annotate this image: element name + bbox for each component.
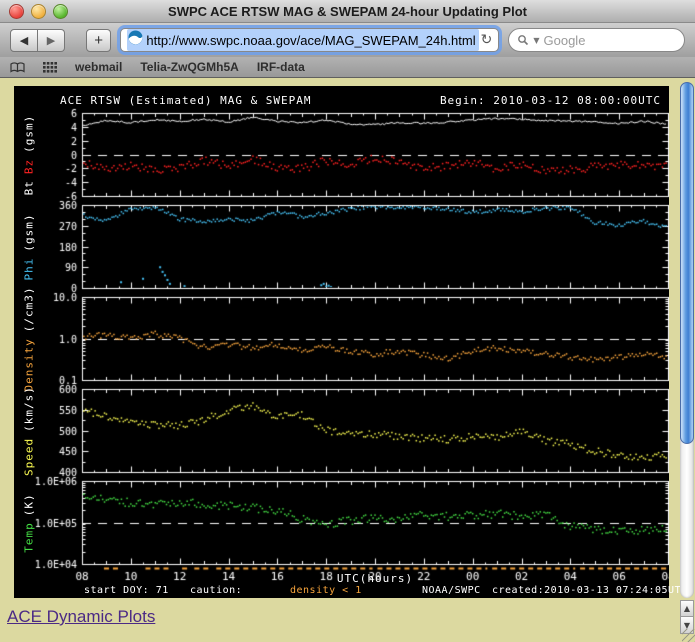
bookmark-item-irf-data[interactable]: IRF-data [257, 60, 305, 74]
ace-plot-image: ACE RTSW (Estimated) MAG & SWEPAM Begin:… [14, 86, 669, 598]
axis-title-part: Temp [23, 522, 36, 553]
back-button[interactable]: ◀ [10, 29, 38, 52]
url-selection: http://www.swpc.noaa.gov/ace/MAG_SWEPAM_… [127, 29, 478, 51]
plot-begin-time: Begin: 2010-03-12 08:00:00UTC [440, 94, 661, 107]
axis-title-part: (K) [23, 493, 36, 516]
browser-toolbar: ◀ ▶ + http://www.swpc.noaa.gov/ace/MAG_S… [0, 23, 695, 57]
caution-value: density < 1 [290, 585, 362, 596]
page-content: ACE RTSW (Estimated) MAG & SWEPAM Begin:… [0, 78, 695, 642]
scrollbar-thumb[interactable] [680, 82, 694, 444]
chevron-down-icon: ▼ [533, 36, 539, 45]
title-bar[interactable]: SWPC ACE RTSW MAG & SWEPAM 24-hour Updat… [0, 0, 695, 23]
noaa-favicon-icon [128, 30, 143, 50]
axis-title-part: Speed [23, 437, 36, 475]
reload-icon[interactable]: ↻ [481, 32, 493, 48]
forward-icon: ▶ [47, 34, 55, 47]
bookmarks-book-icon[interactable] [10, 62, 25, 73]
add-button[interactable]: + [86, 29, 111, 52]
search-placeholder: Google [544, 33, 586, 48]
created-timestamp: created:2010-03-13 07:24:05UTC [492, 585, 688, 596]
axis-title-density: Density(/cm3) [16, 297, 42, 380]
zoom-button[interactable] [53, 4, 68, 19]
back-icon: ◀ [20, 34, 28, 47]
axis-title-speed: Speed (km/s) [16, 389, 42, 472]
axis-title-part: Bt [23, 180, 36, 195]
arrow-up-icon: ▲ [684, 604, 690, 613]
forward-button[interactable]: ▶ [38, 29, 65, 52]
axis-title-part: (km/s) [23, 386, 36, 432]
url-text: http://www.swpc.noaa.gov/ace/MAG_SWEPAM_… [146, 33, 475, 48]
axis-title-temp: Temp (K) [16, 481, 42, 564]
browser-window: SWPC ACE RTSW MAG & SWEPAM 24-hour Updat… [0, 0, 695, 642]
scroll-up-button[interactable]: ▲ [680, 600, 694, 617]
search-field[interactable]: ▼ Google [508, 28, 685, 52]
ace-dynamic-plots-link[interactable]: ACE Dynamic Plots [7, 607, 155, 627]
x-axis-label: UTC(hours) [82, 572, 668, 585]
resize-grip-icon[interactable] [682, 629, 695, 642]
axis-title-part: (gsm) [23, 114, 36, 152]
axis-title-part: Bz [23, 158, 36, 173]
plot-title: ACE RTSW (Estimated) MAG & SWEPAM [60, 94, 312, 107]
plus-icon: + [94, 32, 103, 49]
axis-title-phi: Phi (gsm) [16, 205, 42, 288]
address-bar[interactable]: http://www.swpc.noaa.gov/ace/MAG_SWEPAM_… [120, 28, 499, 52]
window-title: SWPC ACE RTSW MAG & SWEPAM 24-hour Updat… [0, 4, 695, 19]
bookmark-item-webmail[interactable]: webmail [75, 60, 122, 74]
axis-title-part: (/cm3) [23, 286, 36, 332]
scrollbar-track[interactable] [680, 82, 694, 598]
search-icon [517, 34, 529, 46]
plot-canvas [14, 86, 669, 598]
minimize-button[interactable] [31, 4, 46, 19]
bookmarks-bar: webmail Telia-ZwQGMh5A IRF-data [0, 57, 695, 78]
start-doy-label: start DOY: 71 [84, 585, 169, 596]
axis-title-mag: Bt Bz (gsm) [16, 113, 42, 196]
vertical-scrollbar[interactable]: ▲ ▼ [679, 80, 695, 642]
bookmark-item-telia[interactable]: Telia-ZwQGMh5A [140, 60, 238, 74]
axis-title-part: Phi [23, 257, 36, 280]
axis-title-part: (gsm) [23, 213, 36, 251]
caution-label: caution: [190, 585, 242, 596]
agency-label: NOAA/SWPC [422, 585, 481, 596]
top-sites-grid-icon[interactable] [43, 62, 57, 73]
close-button[interactable] [9, 4, 24, 19]
